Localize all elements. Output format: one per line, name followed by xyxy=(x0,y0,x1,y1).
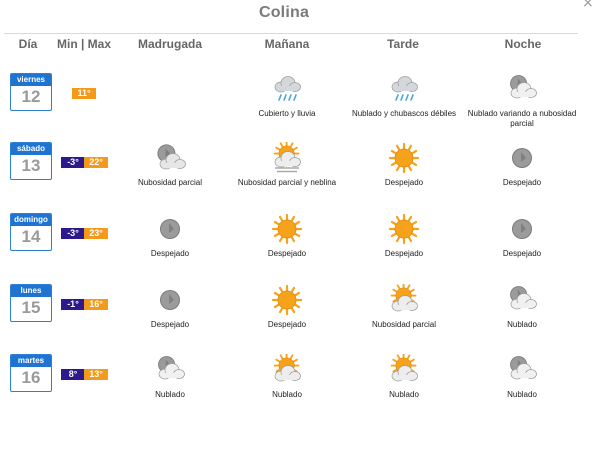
weather-label: Despejado xyxy=(384,249,424,258)
header-minmax: Min | Max xyxy=(56,37,112,51)
forecast-cell-tarde: Despejado xyxy=(339,142,469,188)
weather-label: Despejado xyxy=(267,320,307,329)
cloudy-night-icon xyxy=(510,75,537,99)
min-temp-badge: -3° xyxy=(61,228,85,239)
day-name: sábado xyxy=(11,143,51,155)
weather-label: Nublado xyxy=(389,390,419,399)
forecast-cell-manana: Nublado xyxy=(222,354,352,400)
weather-label: Despejado xyxy=(384,178,424,187)
header-noche: Noche xyxy=(504,37,542,51)
min-temp-badge: -3° xyxy=(61,157,85,168)
weather-label: Despejado xyxy=(150,249,190,258)
weather-label: Nubosidad parcial xyxy=(371,320,437,329)
moon-icon xyxy=(512,219,532,239)
header-manana: Mañana xyxy=(264,37,310,51)
weather-label: Nublado xyxy=(507,320,537,329)
cloud-rain-icon xyxy=(274,76,301,101)
forecast-cell-noche: Nublado xyxy=(457,354,587,400)
forecast-cell-manana: Nubosidad parcial y neblina xyxy=(222,142,352,188)
weather-label: Nubosidad parcial xyxy=(137,178,203,187)
forecast-cell-tarde: Nublado y chubascos débiles xyxy=(339,73,469,119)
forecast-cell-madrugada: Nublado xyxy=(105,354,235,400)
partly-cloudy-night-icon xyxy=(157,144,186,170)
forecast-cell-noche: Nublado variando a nubosidad parcial xyxy=(457,73,587,129)
day-calendar-badge: domingo 14 xyxy=(10,213,52,251)
cloudy-night-icon xyxy=(510,356,537,380)
day-calendar-badge: martes 16 xyxy=(10,354,52,392)
header-day: Día xyxy=(18,37,38,51)
min-temp-badge: 8° xyxy=(61,369,85,380)
weather-label: Despejado xyxy=(502,249,542,258)
day-calendar-badge: viernes 12 xyxy=(10,73,52,111)
min-temp-badge: -1° xyxy=(61,299,85,310)
forecast-row: domingo 14 -3° 23° Despejado Despejado De… xyxy=(0,213,600,277)
page-title: Colina xyxy=(258,4,310,21)
moon-icon xyxy=(160,290,180,310)
day-name: viernes xyxy=(11,74,51,86)
weather-label: Nublado xyxy=(155,390,185,399)
day-number: 14 xyxy=(21,227,41,246)
sun-icon xyxy=(388,213,420,245)
forecast-cell-manana: Despejado xyxy=(222,284,352,330)
sun-cloud-icon xyxy=(273,354,301,382)
day-calendar-badge: lunes 15 xyxy=(10,284,52,322)
forecast-row: viernes 12 11° Cubierto y lluvia Nublado… xyxy=(0,73,600,137)
sun-cloud-icon xyxy=(390,354,418,382)
sun-icon xyxy=(271,213,303,245)
weather-label: Despejado xyxy=(267,249,307,258)
forecast-cell-tarde: Nublado xyxy=(339,354,469,400)
forecast-cell-tarde: Nubosidad parcial xyxy=(339,284,469,330)
forecast-row: lunes 15 -1° 16° Despejado Despejado Nubo… xyxy=(0,284,600,348)
day-number: 15 xyxy=(21,298,41,317)
header-madrugada: Madrugada xyxy=(137,37,202,51)
forecast-cell-manana: Cubierto y lluvia xyxy=(222,73,352,119)
weather-label: Despejado xyxy=(150,320,190,329)
weather-label: Nublado xyxy=(507,390,537,399)
moon-icon xyxy=(512,148,532,168)
forecast-cell-noche: Despejado xyxy=(457,213,587,259)
forecast-cell-madrugada: Despejado xyxy=(105,213,235,259)
cloudy-night-icon xyxy=(510,286,537,310)
weather-label: Nubosidad parcial y neblina xyxy=(237,178,337,187)
forecast-cell-tarde: Despejado xyxy=(339,213,469,259)
forecast-cell-madrugada: Despejado xyxy=(105,284,235,330)
header-tarde: Tarde xyxy=(387,37,419,51)
forecast-cell-noche: Nublado xyxy=(457,284,587,330)
day-name: lunes xyxy=(11,285,51,297)
cloudy-night-icon xyxy=(158,356,185,380)
max-temp-badge: 11° xyxy=(72,88,96,99)
forecast-row: martes 16 8°13° Nublado Nublado Nublado xyxy=(0,354,600,418)
day-name: martes xyxy=(11,355,51,367)
day-number: 16 xyxy=(21,368,41,387)
weather-label: Cubierto y lluvia xyxy=(258,109,316,118)
forecast-row: sábado 13 -3° 22° Nubosidad parcial Nubos… xyxy=(0,142,600,206)
title-divider xyxy=(4,33,578,34)
forecast-cell-manana: Despejado xyxy=(222,213,352,259)
weather-label: Nublado xyxy=(272,390,302,399)
day-number: 12 xyxy=(21,87,41,106)
weather-label: Nublado y chubascos débiles xyxy=(351,109,457,118)
day-name: domingo xyxy=(11,214,51,226)
weather-label: Despejado xyxy=(502,178,542,187)
forecast-cell-madrugada: Nubosidad parcial xyxy=(105,142,235,188)
forecast-cell-noche: Despejado xyxy=(457,142,587,188)
cloud-rain-icon xyxy=(391,76,418,101)
day-number: 13 xyxy=(21,156,41,175)
moon-icon xyxy=(160,219,180,239)
close-icon[interactable]: × xyxy=(582,0,594,11)
weather-label: Nublado variando a nubosidad parcial xyxy=(467,109,577,128)
sun-cloud-fog-icon xyxy=(273,142,301,173)
sun-cloud-icon xyxy=(390,284,418,312)
sun-icon xyxy=(388,142,420,174)
sun-icon xyxy=(271,284,303,316)
day-calendar-badge: sábado 13 xyxy=(10,142,52,180)
